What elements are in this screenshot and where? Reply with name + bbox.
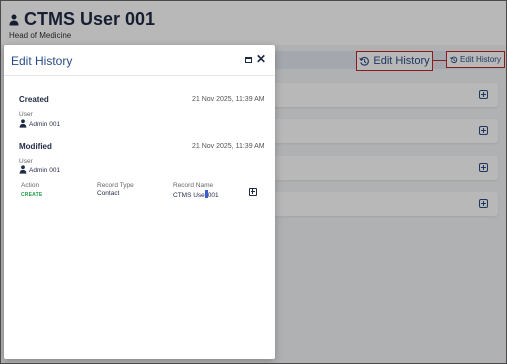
record-name-part: CTMS Use [173,192,205,199]
modified-date: 21 Nov 2025, 11:39 AM [192,143,265,150]
created-user-value: Admin 001 [29,121,61,128]
record-type-value: Contact [97,190,120,197]
modified-user-label: User [19,158,33,165]
action-badge: CREATE [21,192,43,198]
created-heading: Created [19,95,49,104]
record-name-part: 001 [207,192,219,199]
modal-title: Edit History [11,54,73,68]
column-header-record-type: Record Type [97,182,134,189]
person-icon [19,119,27,128]
record-name-value: CTMS Use 001 [173,190,219,199]
created-date: 21 Nov 2025, 11:39 AM [192,96,265,103]
modified-user-value: Admin 001 [29,167,61,174]
screen: CTMS User 001 Head of Medicine Edit Hist… [0,0,507,364]
column-header-record-name: Record Name [173,182,214,189]
person-icon [19,165,27,174]
modal-header: Edit History ✕ [4,45,275,76]
created-user-label: User [19,111,33,118]
close-icon[interactable]: ✕ [256,53,266,65]
maximize-icon[interactable] [245,57,252,63]
column-header-action: Action [21,182,40,189]
modified-heading: Modified [19,142,52,151]
edit-history-modal: Edit History ✕ Created 21 Nov 2025, 11:3… [4,45,275,359]
plus-square-icon[interactable] [249,188,257,196]
